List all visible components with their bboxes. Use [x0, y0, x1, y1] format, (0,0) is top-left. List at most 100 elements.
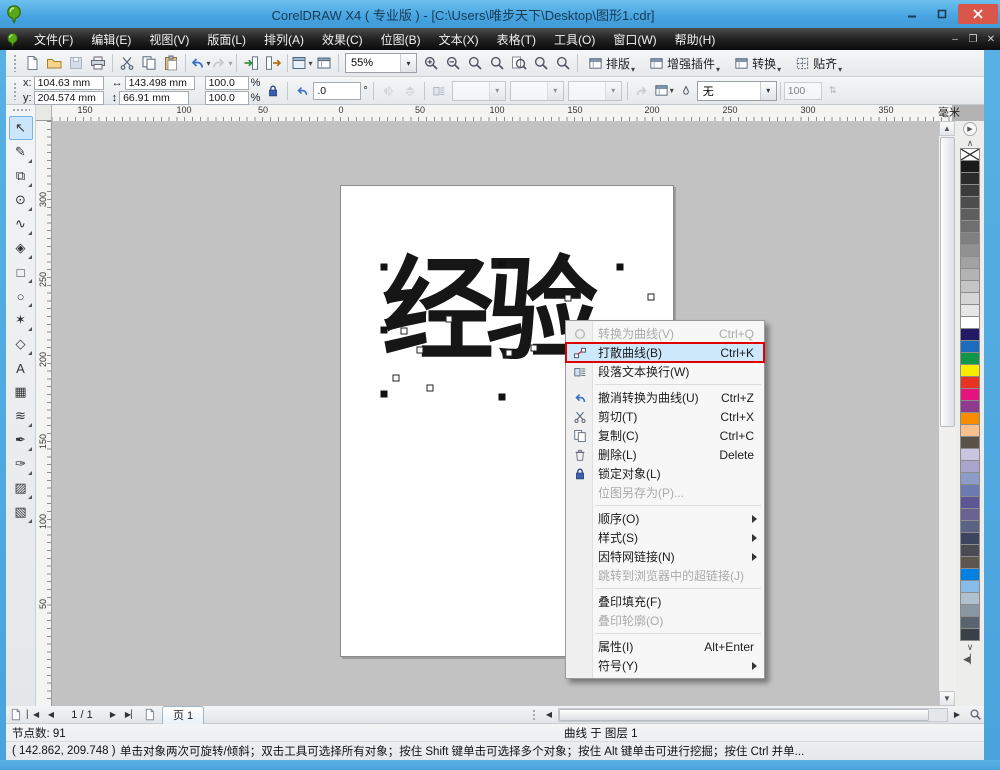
vertical-scroll-thumb[interactable]: [940, 137, 955, 427]
undo-button[interactable]: ▾: [189, 53, 211, 74]
table-tool[interactable]: ▦: [9, 380, 33, 404]
scroll-left-button[interactable]: ◀: [540, 707, 558, 723]
x-position-field[interactable]: [34, 76, 104, 90]
color-swatch[interactable]: [960, 628, 980, 641]
chevron-down-icon[interactable]: ▾: [228, 59, 232, 68]
ruler-origin-corner[interactable]: [36, 105, 52, 121]
page-tab[interactable]: 页 1: [162, 706, 204, 724]
maximize-button[interactable]: [928, 4, 956, 24]
toolbar-grip[interactable]: [13, 54, 18, 72]
eyedropper-tool[interactable]: ✒: [9, 428, 33, 452]
propbar-grip[interactable]: [13, 82, 18, 100]
curve-node[interactable]: [648, 294, 655, 301]
redo-curve-button[interactable]: [631, 80, 653, 101]
wrap-offset-field[interactable]: [784, 82, 822, 100]
zoom-tool[interactable]: ⊙: [9, 188, 33, 212]
basic-shapes-tool[interactable]: ◇: [9, 332, 33, 356]
y-position-field[interactable]: [34, 91, 104, 105]
menu-item-bitmaps[interactable]: 位图(B): [372, 28, 430, 51]
context-menu-item-delete[interactable]: 删除(L)Delete: [566, 445, 764, 464]
scrollbar-splitter[interactable]: [532, 709, 537, 721]
curve-node[interactable]: [531, 345, 538, 352]
context-menu-item-copy[interactable]: 复制(C)Ctrl+C: [566, 426, 764, 445]
palette-scroll-down-button[interactable]: ∨: [967, 641, 974, 653]
horizontal-scroll-thumb[interactable]: [559, 709, 929, 721]
mirror-horizontal-button[interactable]: [377, 80, 399, 101]
first-page-button[interactable]: ▏◀: [24, 707, 42, 723]
context-menu-item-cut[interactable]: 剪切(T)Ctrl+X: [566, 407, 764, 426]
context-menu-item-break-curve-apart[interactable]: 打散曲线(B)Ctrl+K: [566, 343, 764, 362]
menu-item-help[interactable]: 帮助(H): [666, 28, 725, 51]
welcome-screen-button[interactable]: [313, 53, 335, 74]
selection-handle[interactable]: [499, 261, 506, 268]
wrap-text-button[interactable]: [428, 80, 450, 101]
context-menu-item-save-bitmap-as[interactable]: 位图另存为(P)...: [566, 483, 764, 502]
next-page-button[interactable]: ▶: [104, 707, 122, 723]
curve-node[interactable]: [401, 328, 408, 335]
curve-node[interactable]: [393, 375, 400, 382]
palette-expand-button[interactable]: ◀▏: [963, 653, 977, 665]
zoom-height-button[interactable]: [552, 53, 574, 74]
lock-ratio-button[interactable]: [262, 80, 284, 101]
chevron-down-icon[interactable]: ▾: [308, 59, 312, 68]
previous-page-button[interactable]: ◀: [42, 707, 60, 723]
scroll-right-button[interactable]: ▶: [948, 707, 966, 723]
end-arrowhead-dropdown[interactable]: ▾: [568, 81, 622, 101]
zoom-level-dropdown[interactable]: 55%▾: [345, 53, 417, 73]
import-button[interactable]: [240, 53, 262, 74]
toolbox-grip[interactable]: [12, 108, 30, 113]
curve-node[interactable]: [417, 347, 424, 354]
zoom-selected-button[interactable]: [464, 53, 486, 74]
horizontal-scrollbar[interactable]: ◀ ▶: [529, 707, 984, 723]
scale-h-field[interactable]: [205, 76, 249, 90]
context-menu-item-jump-to-hyperlink[interactable]: 跳转到浏览器中的超链接(J): [566, 566, 764, 585]
palette-flyout-button[interactable]: ▶: [963, 122, 977, 136]
context-menu-item-wrap-paragraph-text[interactable]: 段落文本换行(W): [566, 362, 764, 381]
context-menu-item-internet-links[interactable]: 因特网链接(N): [566, 547, 764, 566]
zoom-all-button[interactable]: [486, 53, 508, 74]
zoom-page-button[interactable]: [508, 53, 530, 74]
context-menu-item-lock-object[interactable]: 锁定对象(L): [566, 464, 764, 483]
copy-button[interactable]: [138, 53, 160, 74]
object-width-field[interactable]: [125, 76, 195, 90]
context-menu-item-styles[interactable]: 样式(S): [566, 528, 764, 547]
save-button[interactable]: [65, 53, 87, 74]
paste-button[interactable]: [160, 53, 182, 74]
interactive-fill-tool[interactable]: ▧: [9, 500, 33, 524]
rotation-angle-field[interactable]: [313, 82, 361, 100]
context-menu-item-undo-convert-to-curves[interactable]: 撤消转换为曲线(U)Ctrl+Z: [566, 388, 764, 407]
selection-handle[interactable]: [381, 264, 388, 271]
zoom-width-button[interactable]: [530, 53, 552, 74]
menu-item-window[interactable]: 窗口(W): [604, 28, 665, 51]
print-button[interactable]: [87, 53, 109, 74]
curve-node[interactable]: [565, 295, 572, 302]
export-button[interactable]: [262, 53, 284, 74]
pick-tool[interactable]: ↖: [9, 116, 33, 140]
start-arrowhead-dropdown[interactable]: ▾: [510, 81, 564, 101]
menu-item-view[interactable]: 视图(V): [140, 28, 198, 51]
scale-v-field[interactable]: [205, 91, 249, 105]
menu-item-table[interactable]: 表格(T): [488, 28, 545, 51]
drawing-workspace[interactable]: 经验 ✕: [52, 121, 938, 706]
chevron-down-icon[interactable]: ▾: [206, 59, 210, 68]
curve-node[interactable]: [446, 316, 453, 323]
snap-button[interactable]: 贴齐▾: [790, 53, 847, 74]
cut-button[interactable]: [116, 53, 138, 74]
context-menu-item-convert-to-curves[interactable]: 转换为曲线(V)Ctrl+Q: [566, 324, 764, 343]
close-button[interactable]: [958, 4, 998, 24]
redo-button[interactable]: ▾: [211, 53, 233, 74]
mirror-vertical-button[interactable]: [399, 80, 421, 101]
context-menu-item-properties[interactable]: 属性(I)Alt+Enter: [566, 637, 764, 656]
curve-node[interactable]: [427, 385, 434, 392]
minimize-button[interactable]: [898, 4, 926, 24]
ellipse-tool[interactable]: ○: [9, 284, 33, 308]
object-height-field[interactable]: [119, 91, 189, 105]
application-launcher-button[interactable]: ▾: [291, 53, 313, 74]
crop-tool[interactable]: ⧉: [9, 164, 33, 188]
new-document-button[interactable]: [21, 53, 43, 74]
menu-item-edit[interactable]: 编辑(E): [82, 28, 140, 51]
menu-item-arrange[interactable]: 排列(A): [255, 28, 313, 51]
plugins-docker-button[interactable]: 增强插件▾: [644, 53, 725, 74]
freehand-tool[interactable]: ∿: [9, 212, 33, 236]
blend-tool[interactable]: ≋: [9, 404, 33, 428]
